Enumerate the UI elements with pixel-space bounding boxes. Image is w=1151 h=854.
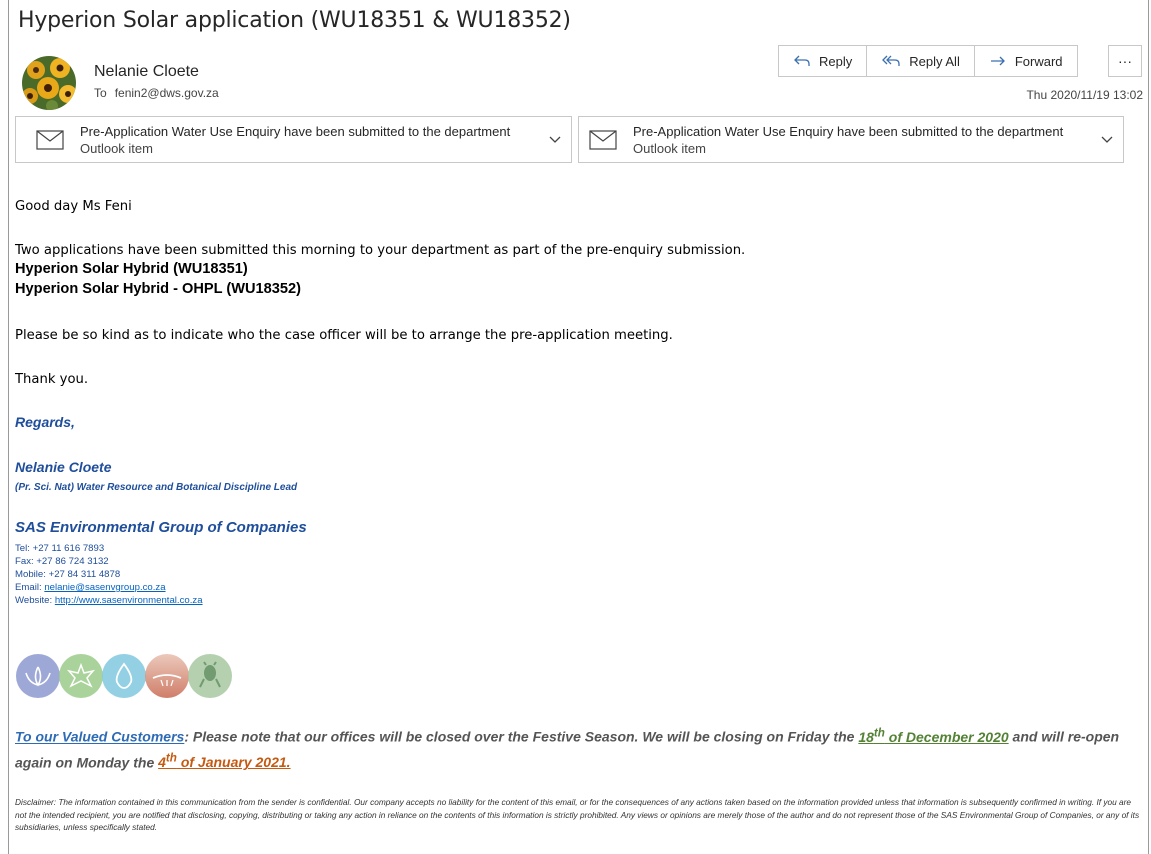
signature-website-line: Website: http://www.sasenvironmental.co.… [15,594,203,607]
reply-all-button[interactable]: Reply All [867,46,975,76]
logo-leaf-icon [59,654,103,698]
forward-button[interactable]: Forward [974,46,1077,76]
recipient-address[interactable]: fenin2@dws.gov.za [115,86,219,100]
signature-regards: Regards, [15,414,75,430]
application-name: Hyperion Solar Hybrid - OHPL (WU18352) [15,281,301,297]
valued-customers-link[interactable]: To our Valued Customers [15,729,184,745]
reply-button[interactable]: Reply [779,46,868,76]
recipient-line: To fenin2@dws.gov.za [94,86,219,100]
attachment-item[interactable]: Pre-Application Water Use Enquiry have b… [578,116,1124,163]
attachment-title: Pre-Application Water Use Enquiry have b… [80,123,511,139]
logo-frog-icon [188,654,232,698]
application-name: Hyperion Solar Hybrid (WU18351) [15,261,248,277]
closing-date-link[interactable]: 18th of December 2020 [858,726,1008,745]
reply-icon [794,55,810,66]
attachment-text: Pre-Application Water Use Enquiry have b… [80,124,539,156]
envelope-icon [589,129,617,150]
more-actions-button[interactable]: ··· [1108,45,1142,77]
forward-arrow-icon [990,56,1005,66]
email-link[interactable]: nelanie@sasenvgroup.co.za [44,582,165,593]
signature-mobile: Mobile: +27 84 311 4878 [15,569,121,580]
signature-role: (Pr. Sci. Nat) Water Resource and Botani… [15,482,298,493]
signature-contact: Tel: +27 11 616 7893 Fax: +27 86 724 313… [15,542,203,607]
logo-landscape-icon [145,654,189,698]
attachment-title: Pre-Application Water Use Enquiry have b… [633,123,1064,139]
signature-tel: Tel: +27 11 616 7893 [15,543,105,554]
website-label: Website: [15,595,55,606]
avatar[interactable] [22,56,76,110]
message-actions: Reply Reply All Forward [778,45,1078,77]
sender-name[interactable]: Nelanie Cloete [94,63,199,81]
notice-text: : Please note that our offices will be c… [184,728,859,745]
attachment-type: Outlook item [80,140,153,156]
website-link[interactable]: http://www.sasenvironmental.co.za [55,595,203,606]
attachment-type: Outlook item [633,140,706,156]
attachment-item[interactable]: Pre-Application Water Use Enquiry have b… [15,116,572,163]
avatar-flower-image [22,56,76,110]
signature-email-line: Email: nelanie@sasenvgroup.co.za [15,581,203,594]
thanks-text: Thank you. [15,372,89,387]
body-paragraph: Please be so kind as to indicate who the… [15,328,673,343]
logo-water-drop-icon [102,654,146,698]
signature-company: SAS Environmental Group of Companies [15,519,307,536]
message-date: Thu 2020/11/19 13:02 [1026,88,1143,102]
reply-all-icon [882,55,900,66]
chevron-down-icon[interactable] [1101,136,1113,144]
chevron-down-icon[interactable] [549,136,561,144]
company-logos [16,654,232,698]
signature-name: Nelanie Cloete [15,459,112,475]
message-subject: Hyperion Solar application (WU18351 & WU… [18,8,571,33]
forward-label: Forward [1014,53,1063,69]
to-label: To [94,86,107,100]
signature-fax: Fax: +27 86 724 3132 [15,556,109,567]
festive-season-notice: To our Valued Customers: Please note tha… [15,722,1145,773]
email-label: Email: [15,582,45,593]
reply-all-label: Reply All [909,53,960,69]
disclaimer-text: Disclaimer: The information contained in… [15,797,1140,832]
attachment-text: Pre-Application Water Use Enquiry have b… [633,124,1091,156]
logo-lotus-icon [16,654,60,698]
envelope-icon [36,129,64,150]
reply-label: Reply [819,53,853,69]
greeting-text: Good day Ms Feni [15,199,132,214]
body-paragraph: Two applications have been submitted thi… [15,243,746,258]
reopen-date-link[interactable]: 4th of January 2021. [158,752,290,771]
